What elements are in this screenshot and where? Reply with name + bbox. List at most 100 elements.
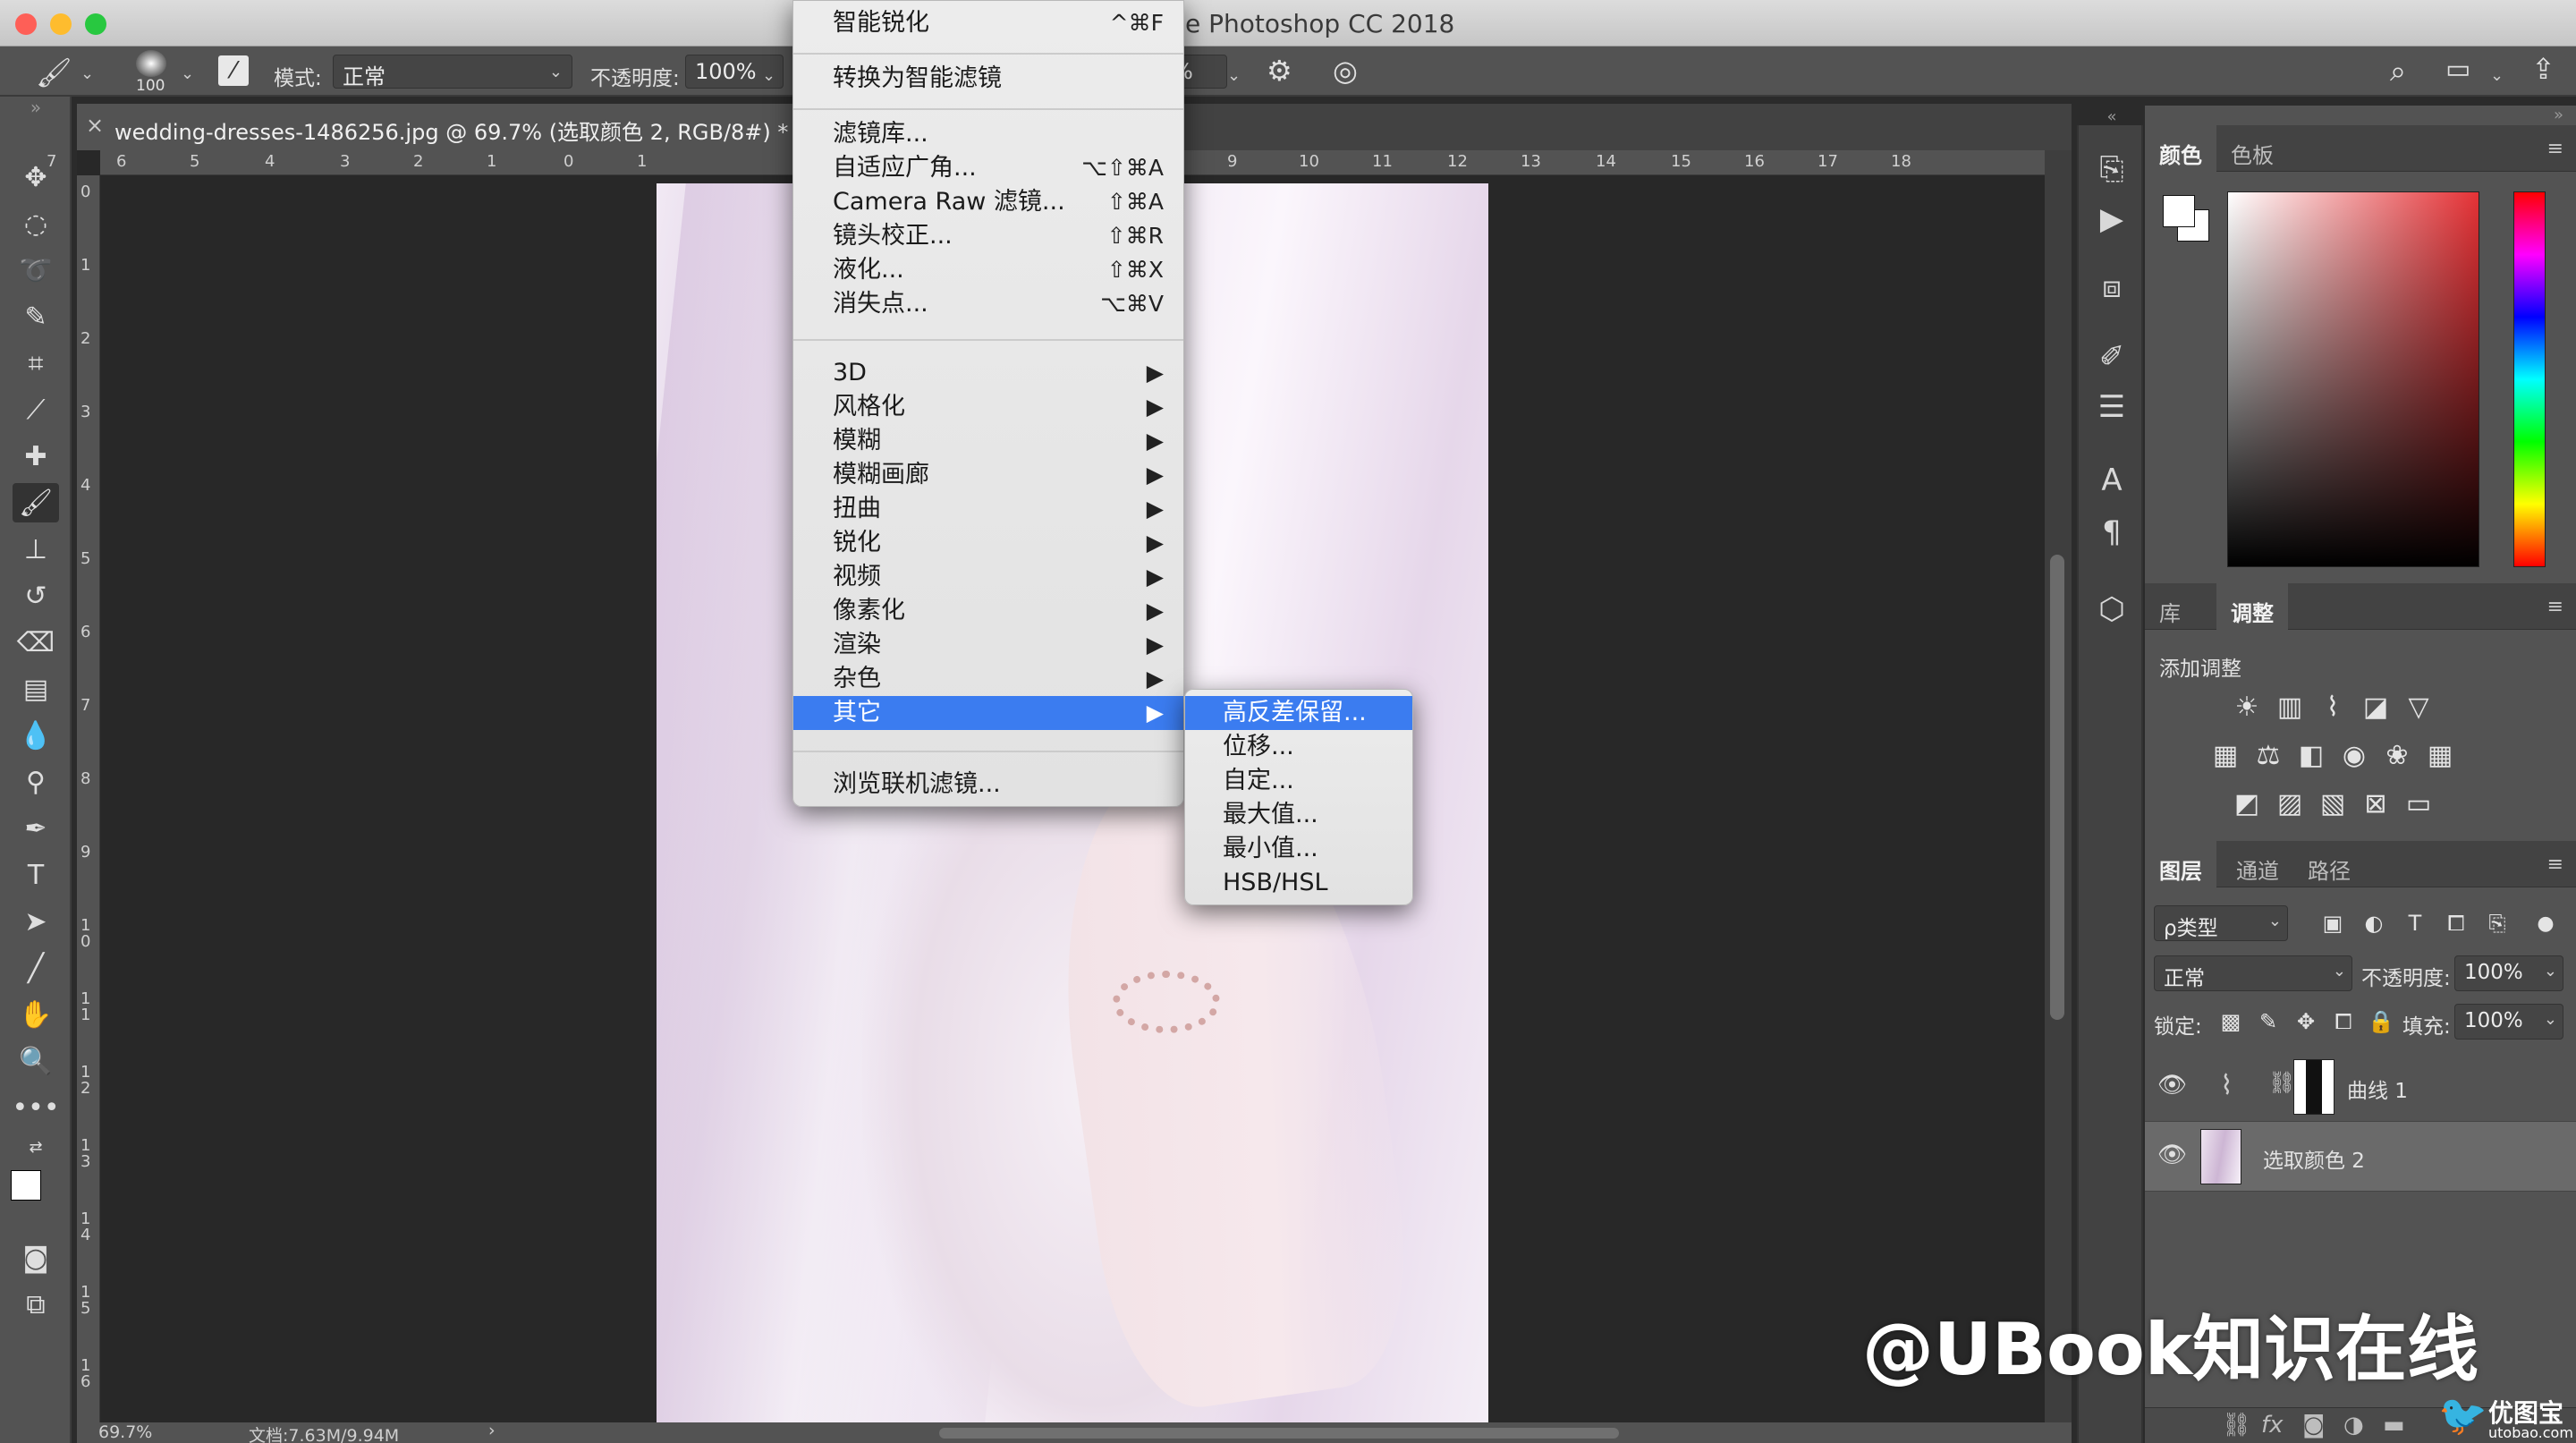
filter-menu-item[interactable]: 转换为智能滤镜 (793, 62, 1183, 96)
color-balance-icon[interactable]: ⚖ (2250, 737, 2286, 773)
submenu-item[interactable]: 最小值... (1185, 832, 1412, 866)
color-panel-menu-icon[interactable]: ≡ (2547, 138, 2563, 160)
black-white-icon[interactable]: ◧ (2293, 737, 2329, 773)
history-panel-icon[interactable]: ⎘ (2089, 147, 2134, 191)
tool-preset-caret-icon[interactable]: ⌄ (80, 64, 94, 83)
layer-row-curves[interactable]: 👁 ⌇ ⛓ 曲线 1 (2145, 1052, 2576, 1122)
link-layers-icon[interactable]: ⛓ (2222, 1412, 2251, 1439)
filter-smart-object-icon[interactable]: ⎘ (2479, 905, 2515, 941)
type-tool-icon[interactable]: T (13, 855, 59, 895)
search-icon[interactable]: ⌕ (2390, 54, 2406, 89)
filter-toggle-icon[interactable]: ● (2528, 905, 2563, 941)
threshold-icon[interactable]: ▧ (2315, 785, 2351, 821)
quick-select-tool-icon[interactable]: ✎ (13, 297, 59, 336)
exposure-icon[interactable]: ◪ (2358, 689, 2394, 725)
filter-menu-item[interactable]: 浏览联机滤镜... (793, 768, 1183, 802)
tab-channels[interactable]: 通道 (2222, 841, 2293, 887)
brightness-icon[interactable]: ☀ (2229, 689, 2265, 725)
pen-tool-icon[interactable]: ✒ (13, 809, 59, 848)
layer-visibility-eye-icon[interactable]: 👁 (2157, 1072, 2187, 1099)
layer-visibility-eye-icon[interactable]: 👁 (2157, 1142, 2187, 1168)
submenu-item[interactable]: HSB/HSL (1185, 866, 1412, 900)
submenu-item[interactable]: 位移... (1185, 730, 1412, 764)
tab-layers[interactable]: 图层 (2145, 841, 2216, 887)
filter-menu-item[interactable]: 液化... ⇧⌘X (793, 253, 1183, 287)
brush-picker-caret-icon[interactable]: ⌄ (181, 64, 194, 83)
invert-icon[interactable]: ◩ (2229, 785, 2265, 821)
submenu-item[interactable]: 自定... (1185, 764, 1412, 798)
screen-mode-icon[interactable]: ⧉ (13, 1285, 59, 1324)
filter-adjustment-icon[interactable]: ◐ (2356, 905, 2392, 941)
layer-mask-thumbnail[interactable] (2293, 1059, 2334, 1115)
eraser-tool-icon[interactable]: ⌫ (13, 623, 59, 662)
dodge-tool-icon[interactable]: ⚲ (13, 762, 59, 802)
3d-panel-icon[interactable]: ⬡ (2089, 587, 2134, 632)
quick-mask-icon[interactable]: ◙ (13, 1238, 59, 1277)
brush-preview-icon[interactable] (136, 50, 166, 77)
filter-menu-item[interactable]: 杂色 ▶ (793, 662, 1183, 696)
workspace-icon[interactable]: ▭ (2445, 54, 2470, 85)
hue-slider[interactable] (2513, 191, 2546, 567)
layer-opacity-input[interactable]: 100% ⌄ (2454, 955, 2563, 991)
more-tools-icon[interactable]: ••• (12, 1088, 59, 1127)
airbrush-gear-icon[interactable]: ⚙ (1267, 54, 1292, 88)
brush-tool-icon[interactable]: 🖌 (36, 55, 72, 89)
tab-swatches[interactable]: 色板 (2216, 125, 2288, 172)
lock-pixels-icon[interactable]: ✎ (2250, 1004, 2286, 1040)
filter-menu-item[interactable]: 渲染 ▶ (793, 628, 1183, 662)
filter-shape-icon[interactable]: ⧠ (2438, 905, 2474, 941)
paragraph-panel-icon[interactable]: ¶ (2089, 510, 2134, 555)
levels-icon[interactable]: ▥ (2272, 689, 2308, 725)
layer-name[interactable]: 曲线 1 (2347, 1074, 2408, 1104)
collapse-panels-icon[interactable]: » (2554, 106, 2563, 124)
3d-object-panel-icon[interactable]: ⧈ (2089, 265, 2134, 310)
channel-mixer-icon[interactable]: ❀ (2379, 737, 2415, 773)
collapse-toolbar-icon[interactable]: » (13, 97, 59, 118)
gradient-map-icon[interactable]: ▭ (2401, 785, 2436, 821)
filter-menu-item[interactable]: 镜头校正... ⇧⌘R (793, 219, 1183, 253)
filter-menu-item[interactable]: 3D ▶ (793, 356, 1183, 390)
add-mask-icon[interactable]: ◙ (2302, 1412, 2325, 1439)
healing-brush-tool-icon[interactable]: ✚ (13, 437, 59, 476)
link-chain-icon[interactable]: ⛓ (2268, 1070, 2295, 1095)
filter-menu-item[interactable]: 滤镜库... (793, 117, 1183, 151)
submenu-item[interactable]: 最大值... (1185, 798, 1412, 832)
swap-colors-icon[interactable]: ⇄ (13, 1134, 59, 1159)
layer-filter-select[interactable]: ρ类型 ⌄ (2154, 905, 2288, 941)
filter-menu-item[interactable]: 智能锐化 ^⌘F (793, 6, 1183, 40)
filter-menu-item[interactable]: 像素化 ▶ (793, 594, 1183, 628)
lock-position-icon[interactable]: ✥ (2288, 1004, 2324, 1040)
blur-tool-icon[interactable]: 💧 (13, 716, 59, 755)
filter-menu-item[interactable]: 模糊画廊 ▶ (793, 458, 1183, 492)
character-panel-icon[interactable]: A (2089, 458, 2134, 503)
tab-paths[interactable]: 路径 (2293, 841, 2365, 887)
workspace-caret-icon[interactable]: ⌄ (2490, 66, 2504, 85)
color-foreground-swatch[interactable] (2163, 195, 2195, 227)
share-icon[interactable]: ⇪ (2531, 52, 2555, 86)
submenu-item[interactable]: 高反差保留... (1185, 696, 1412, 730)
vibrance-icon[interactable]: ▽ (2401, 689, 2436, 725)
filter-menu-item[interactable]: 消失点... ⌥⌘V (793, 287, 1183, 321)
filter-menu-item[interactable]: 锐化 ▶ (793, 526, 1183, 560)
color-lookup-icon[interactable]: ▦ (2422, 737, 2458, 773)
layer-row-selective-color[interactable]: 👁 选取颜色 2 (2145, 1122, 2576, 1192)
status-arrow-icon[interactable]: › (488, 1421, 496, 1440)
vertical-ruler[interactable]: 0 1 2 3 4 5 6 7 8 9 1 0 1 1 1 2 1 3 1 4 1 5 1 6 (77, 175, 100, 1422)
collapse-strip-icon[interactable]: « (2089, 106, 2134, 127)
new-adjustment-icon[interactable]: ◑ (2343, 1412, 2364, 1439)
eyedropper-tool-icon[interactable]: ⟋ (13, 390, 59, 429)
foreground-color-swatch[interactable] (11, 1170, 41, 1201)
curves-icon[interactable]: ⌇ (2315, 689, 2351, 725)
line-tool-icon[interactable]: ╱ (13, 948, 59, 988)
pressure-icon[interactable]: ◎ (1333, 54, 1358, 88)
tab-adjustments[interactable]: 调整 (2216, 583, 2288, 630)
crop-tool-icon[interactable]: ⌗ (13, 344, 59, 383)
lasso-tool-icon[interactable]: ➰ (13, 250, 59, 290)
posterize-icon[interactable]: ▨ (2272, 785, 2308, 821)
document-tab[interactable]: × wedding-dresses-1486256.jpg @ 69.7% (选… (77, 104, 810, 150)
properties-panel-icon[interactable]: ☰ (2089, 385, 2134, 429)
layer-name[interactable]: 选取颜色 2 (2263, 1143, 2365, 1174)
lock-artboard-icon[interactable]: ⧠ (2326, 1004, 2361, 1040)
marquee-tool-icon[interactable]: ◌ (13, 204, 59, 243)
filter-menu-item[interactable]: Camera Raw 滤镜... ⇧⌘A (793, 185, 1183, 219)
